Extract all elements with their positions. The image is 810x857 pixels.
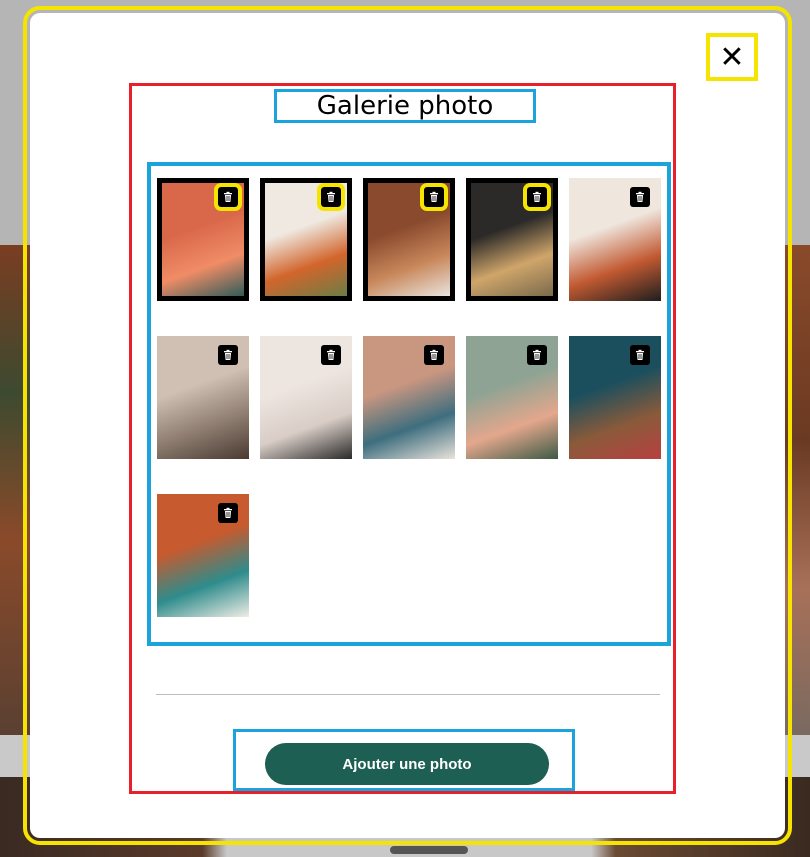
trash-icon[interactable] (321, 345, 341, 365)
photo-gallery (147, 162, 671, 646)
photo-thumbnail[interactable] (157, 178, 249, 301)
trash-icon[interactable] (523, 183, 551, 211)
trash-icon[interactable] (630, 187, 650, 207)
photo-thumbnail[interactable] (157, 336, 249, 459)
modal-content: Galerie photo Ajouter une photo (129, 83, 676, 794)
trash-icon[interactable] (630, 345, 650, 365)
trash-icon[interactable] (218, 503, 238, 523)
photo-thumbnail[interactable] (260, 336, 352, 459)
modal-title: Galerie photo (274, 89, 536, 123)
photo-thumbnail[interactable] (363, 178, 455, 301)
photo-thumbnail[interactable] (466, 178, 558, 301)
photo-thumbnail[interactable] (466, 336, 558, 459)
trash-icon[interactable] (424, 345, 444, 365)
trash-icon[interactable] (214, 183, 242, 211)
background-left-image (0, 245, 30, 735)
photo-thumbnail[interactable] (569, 336, 661, 459)
photo-thumbnail[interactable] (363, 336, 455, 459)
photo-thumbnail[interactable] (260, 178, 352, 301)
close-icon: ✕ (719, 40, 745, 74)
photo-thumbnail[interactable] (569, 178, 661, 301)
gallery-modal: ✕ Galerie photo Ajouter une photo (23, 6, 792, 845)
add-photo-button[interactable]: Ajouter une photo (265, 743, 549, 785)
trash-icon[interactable] (527, 345, 547, 365)
trash-icon[interactable] (420, 183, 448, 211)
scroll-indicator (390, 846, 468, 854)
add-photo-wrapper: Ajouter une photo (233, 729, 575, 791)
close-button[interactable]: ✕ (706, 33, 758, 81)
photo-thumbnail[interactable] (157, 494, 249, 617)
divider (156, 694, 660, 695)
trash-icon[interactable] (317, 183, 345, 211)
trash-icon[interactable] (218, 345, 238, 365)
